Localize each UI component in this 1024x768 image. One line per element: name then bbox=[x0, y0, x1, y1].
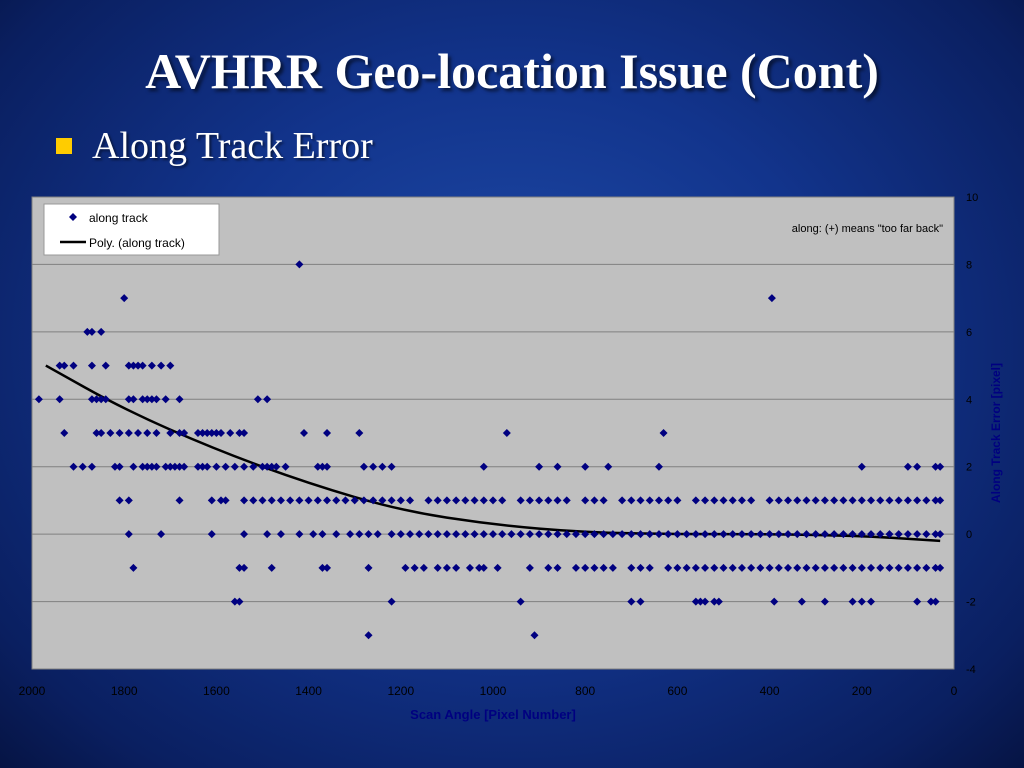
y-tick-label: 6 bbox=[966, 327, 972, 339]
y-axis-label: Along Track Error [pixel] bbox=[989, 363, 1003, 503]
chart-annotation: along: (+) means "too far back" bbox=[792, 223, 943, 235]
y-tick-label: 10 bbox=[966, 192, 978, 204]
bullet-item: Along Track Error bbox=[56, 124, 373, 168]
x-tick-label: 1200 bbox=[387, 684, 414, 698]
y-tick-label: 0 bbox=[966, 529, 972, 541]
y-tick-label: 4 bbox=[966, 394, 972, 406]
legend: along track Poly. (along track) bbox=[43, 203, 220, 256]
x-tick-label: 1600 bbox=[203, 684, 230, 698]
legend-label-along-track: along track bbox=[89, 211, 149, 225]
x-axis-label: Scan Angle [Pixel Number] bbox=[410, 707, 576, 722]
x-tick-label: 800 bbox=[575, 684, 595, 698]
x-tick-label: 1400 bbox=[295, 684, 322, 698]
y-tick-label: 2 bbox=[966, 462, 972, 474]
x-tick-label: 600 bbox=[667, 684, 687, 698]
scatter-chart: 2000 1800 1600 1400 1200 1000 800 600 400 200 0 -4… bbox=[19, 192, 1003, 722]
y-tick-label: -4 bbox=[966, 664, 976, 676]
x-tick-label: 0 bbox=[951, 684, 958, 698]
y-tick-label: -2 bbox=[966, 597, 976, 609]
x-tick-label: 1800 bbox=[111, 684, 138, 698]
x-tick-label: 200 bbox=[852, 684, 872, 698]
legend-label-poly: Poly. (along track) bbox=[89, 236, 185, 250]
x-axis-ticks: 2000 1800 1600 1400 1200 1000 800 600 400 200 0 bbox=[19, 684, 958, 698]
x-tick-label: 1000 bbox=[480, 684, 507, 698]
x-tick-label: 400 bbox=[760, 684, 780, 698]
y-axis-ticks: -4 -2 0 2 4 6 8 10 bbox=[966, 192, 978, 676]
bullet-text: Along Track Error bbox=[92, 125, 373, 167]
bullet-square-icon bbox=[56, 138, 72, 154]
slide-title: AVHRR Geo-location Issue (Cont) bbox=[145, 43, 879, 99]
y-tick-label: 8 bbox=[966, 259, 972, 271]
x-tick-label: 2000 bbox=[19, 684, 46, 698]
